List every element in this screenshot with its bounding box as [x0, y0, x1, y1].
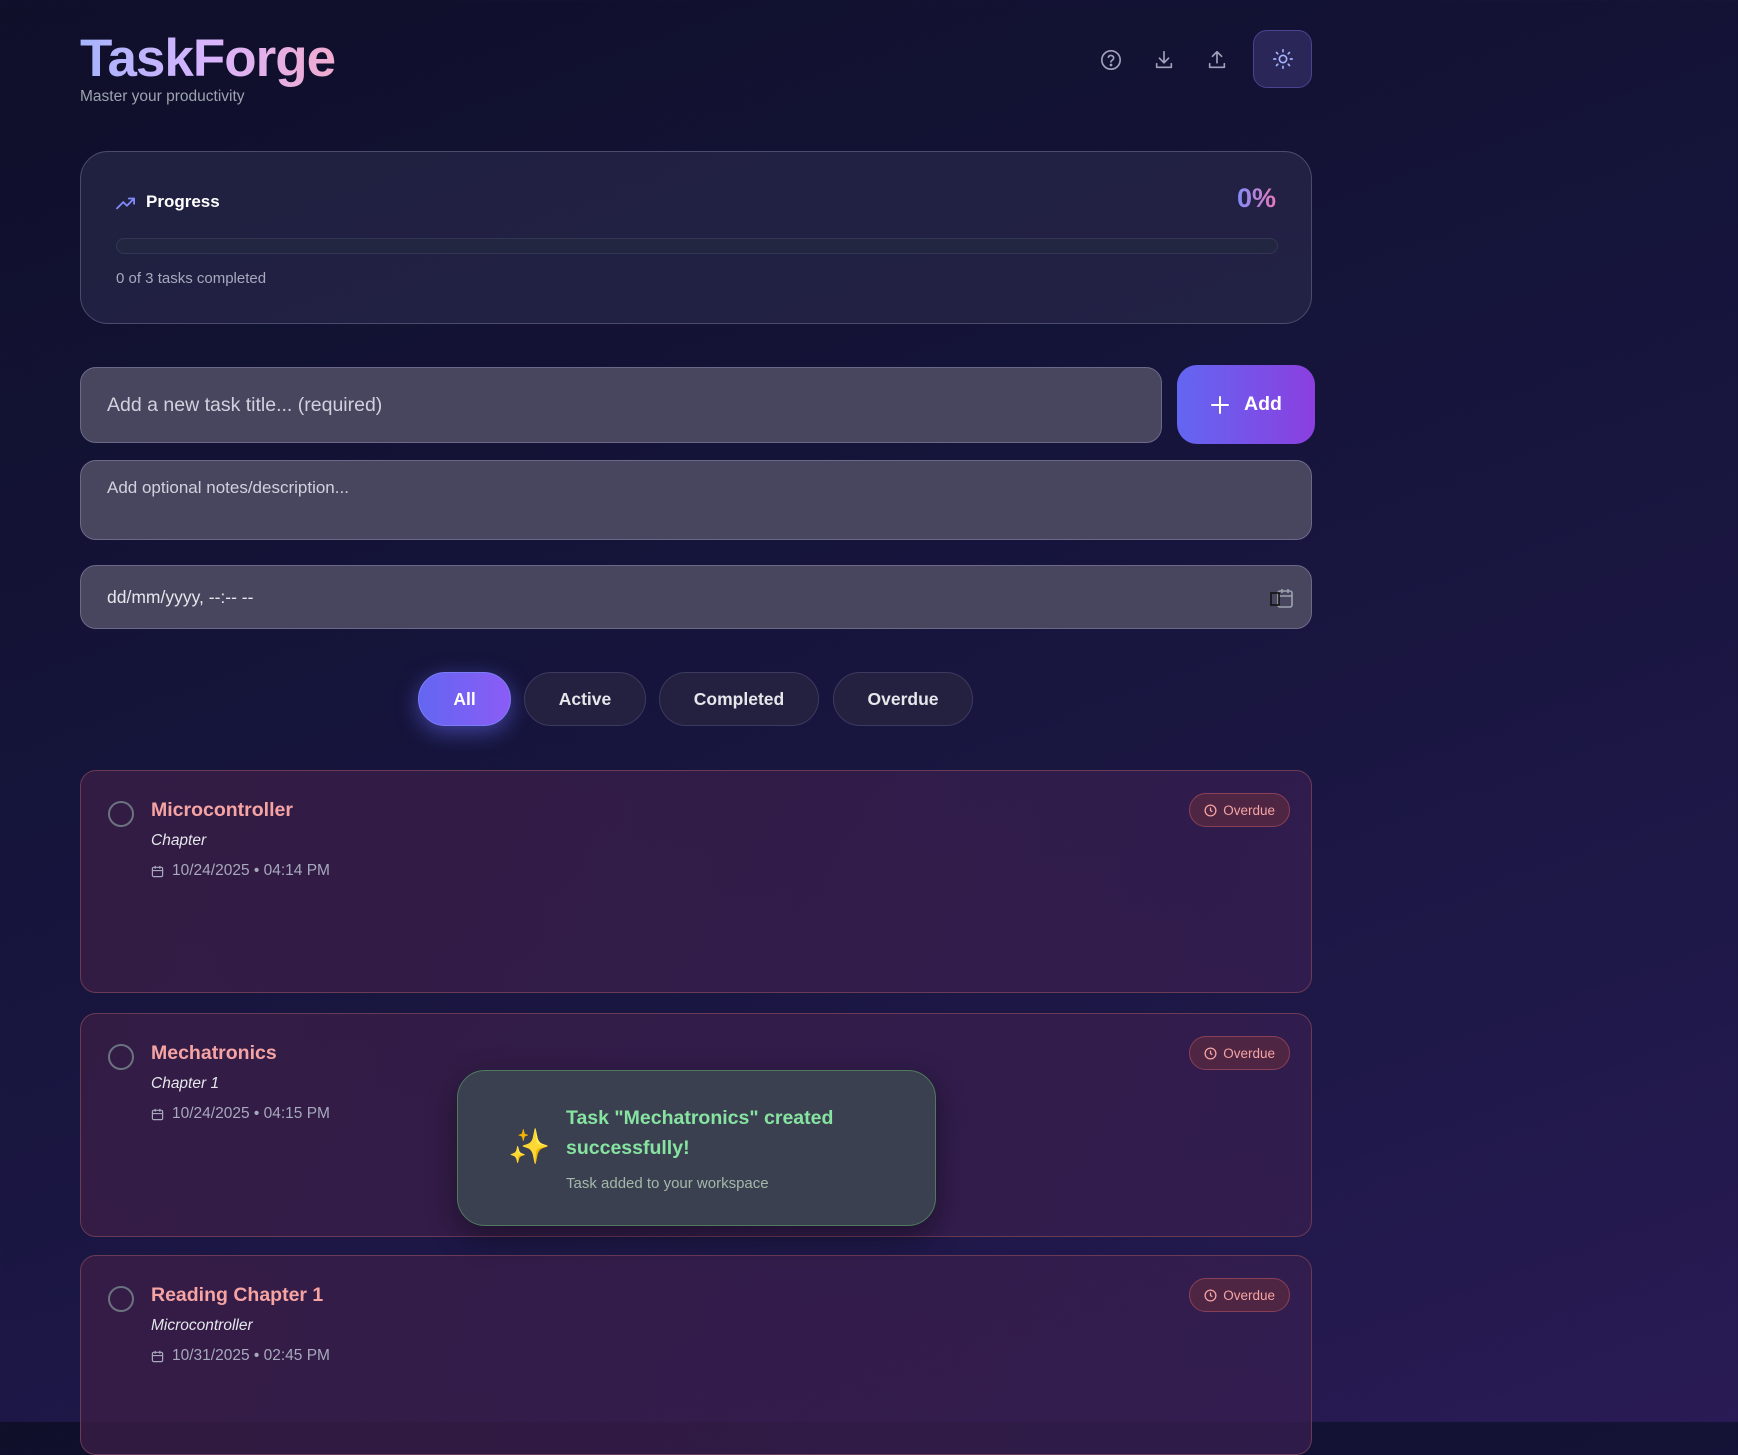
toast-title: Task "Mechatronics" created successfully…	[566, 1107, 834, 1159]
due-date-input[interactable]: dd/mm/yyyy, --:-- --	[80, 565, 1312, 629]
status-text: Overdue	[1223, 802, 1275, 818]
help-button[interactable]	[1091, 40, 1131, 80]
task-date-text: 10/24/2025 • 04:14 PM	[172, 862, 330, 879]
upload-icon	[1208, 50, 1226, 69]
task-title-input[interactable]	[80, 367, 1162, 443]
progress-card: Progress 0% 0 of 3 tasks completed	[80, 151, 1312, 324]
task-date-text: 10/31/2025 • 02:45 PM	[172, 1347, 330, 1364]
task-date-text: 10/24/2025 • 04:15 PM	[172, 1105, 330, 1122]
export-button[interactable]	[1144, 40, 1184, 80]
help-icon	[1101, 50, 1121, 70]
task-notes-input[interactable]	[80, 460, 1312, 540]
task-checkbox[interactable]	[108, 1286, 134, 1312]
progress-percent: 0%	[1236, 183, 1276, 213]
import-button[interactable]	[1197, 40, 1237, 80]
clock-icon	[1204, 1288, 1217, 1302]
calendar-icon	[151, 865, 164, 877]
task-title[interactable]: Reading Chapter 1	[151, 1284, 323, 1307]
task-due-date: 10/31/2025 • 02:45 PM	[151, 1347, 330, 1365]
task-checkbox[interactable]	[108, 801, 134, 827]
progress-label: Progress	[146, 192, 220, 211]
progress-bar	[116, 238, 1278, 254]
task-card: Reading Chapter 1 Microcontroller 10/31/…	[80, 1255, 1312, 1455]
date-placeholder: dd/mm/yyyy, --:-- --	[107, 586, 254, 607]
app-subtitle: Master your productivity	[80, 88, 245, 105]
status-badge: Overdue	[1189, 1278, 1290, 1312]
task-card: Microcontroller Chapter 10/24/2025 • 04:…	[80, 770, 1312, 993]
filter-all[interactable]: All	[418, 672, 511, 726]
add-label: Add	[1244, 393, 1282, 415]
plus-icon	[1211, 395, 1230, 414]
status-text: Overdue	[1223, 1045, 1275, 1061]
clock-icon	[1204, 1046, 1217, 1060]
task-title[interactable]: Microcontroller	[151, 799, 293, 822]
task-title[interactable]: Mechatronics	[151, 1042, 277, 1065]
status-badge: Overdue	[1189, 1036, 1290, 1070]
filter-completed[interactable]: Completed	[659, 672, 819, 726]
task-description: Chapter	[151, 832, 207, 849]
calendar-icon	[151, 1350, 164, 1362]
sparkles-icon: ✨	[508, 1128, 551, 1166]
status-badge: Overdue	[1189, 793, 1290, 827]
task-description: Chapter 1	[151, 1075, 220, 1092]
progress-summary: 0 of 3 tasks completed	[116, 270, 267, 287]
toast-message: Task added to your workspace	[566, 1175, 769, 1192]
filter-active[interactable]: Active	[524, 672, 646, 726]
task-description: Microcontroller	[151, 1317, 253, 1334]
clock-icon	[1204, 803, 1217, 817]
task-due-date: 10/24/2025 • 04:14 PM	[151, 862, 330, 880]
task-due-date: 10/24/2025 • 04:15 PM	[151, 1105, 330, 1123]
theme-toggle-button[interactable]	[1253, 30, 1312, 88]
add-task-button[interactable]: Add	[1177, 365, 1315, 444]
calendar-icon[interactable]	[1270, 587, 1294, 609]
download-icon	[1155, 50, 1173, 69]
filter-overdue[interactable]: Overdue	[833, 672, 973, 726]
status-text: Overdue	[1223, 1287, 1275, 1303]
success-toast: ✨ Task "Mechatronics" created successful…	[457, 1070, 936, 1226]
app-title: TaskForge	[80, 29, 336, 88]
calendar-icon	[151, 1108, 164, 1120]
task-checkbox[interactable]	[108, 1044, 134, 1070]
trending-up-icon	[116, 197, 135, 210]
sun-icon	[1272, 49, 1293, 69]
